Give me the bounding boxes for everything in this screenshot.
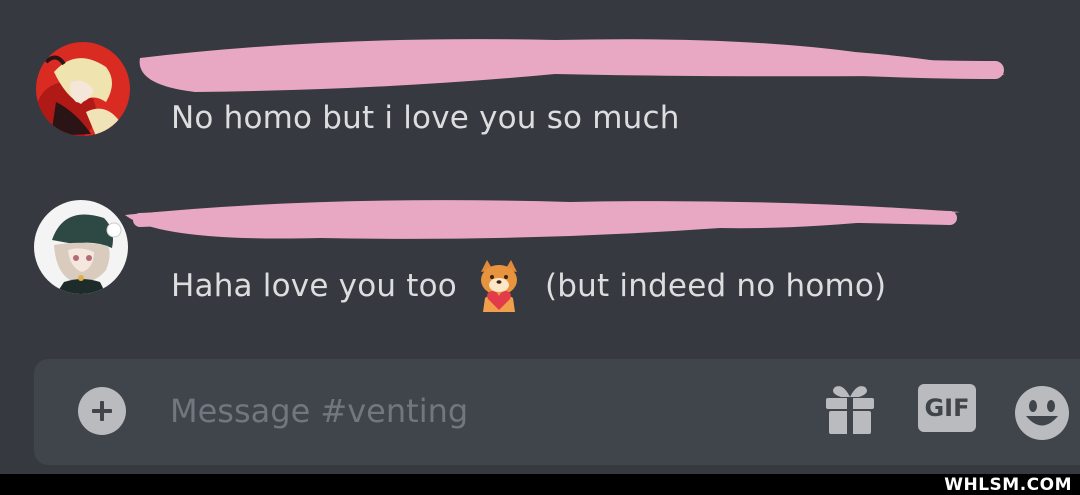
- gift-icon[interactable]: [825, 383, 875, 435]
- gif-button[interactable]: GIF: [918, 384, 976, 432]
- dog-holding-heart-emoji[interactable]: [471, 258, 527, 314]
- watermark-text: WHLSM.COM: [944, 475, 1072, 495]
- message-text: Haha love you too (but indeed no homo): [171, 258, 886, 314]
- message-text-after: (but indeed no homo): [544, 268, 887, 304]
- plus-icon: [92, 401, 112, 421]
- redacted-username: [125, 200, 960, 239]
- emoji-smile-icon[interactable]: [1014, 385, 1070, 441]
- message-text: No homo but i love you so much: [171, 100, 680, 136]
- watermark-bar: WHLSM.COM: [0, 474, 1080, 495]
- message-composer: Message #venting GIF: [34, 359, 1080, 465]
- message-text-before: Haha love you too: [171, 268, 457, 304]
- redacted-username: [139, 39, 1006, 92]
- message-input[interactable]: Message #venting: [170, 392, 468, 430]
- user-avatar[interactable]: [36, 42, 130, 136]
- user-avatar[interactable]: [34, 200, 128, 294]
- avatar-image: [36, 42, 130, 136]
- message-2: Haha love you too (but indeed no homo): [0, 190, 1080, 312]
- message-1: No homo but i love you so much: [0, 30, 1080, 150]
- plus-circle-icon[interactable]: [78, 387, 126, 435]
- dog-heart-icon: [480, 260, 517, 312]
- avatar-image: [34, 200, 128, 294]
